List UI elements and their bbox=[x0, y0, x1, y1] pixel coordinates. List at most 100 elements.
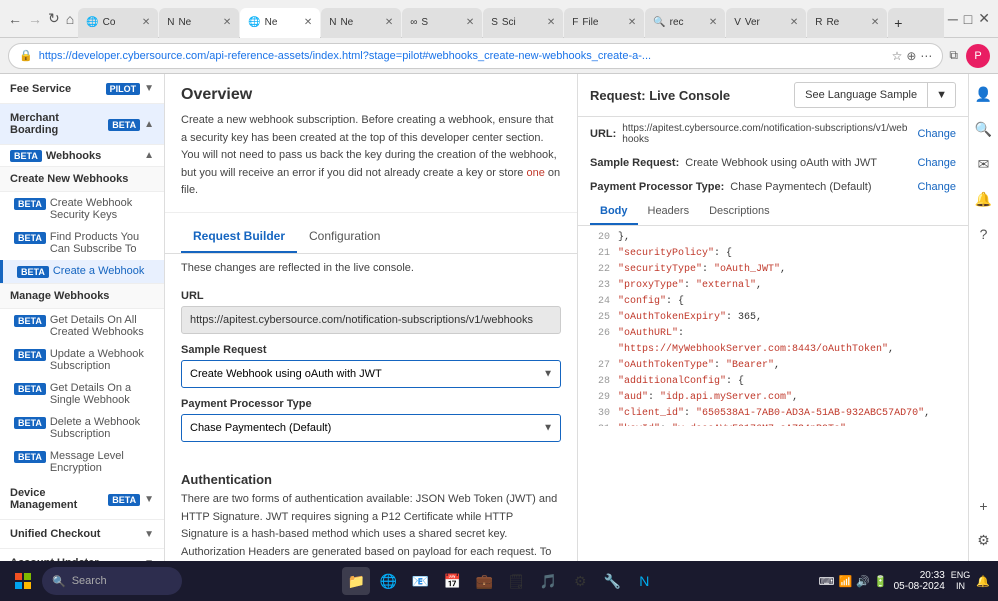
webhooks-section-header[interactable]: BETA Webhooks ▲ bbox=[0, 145, 164, 166]
tab-new[interactable]: + bbox=[888, 8, 944, 38]
auth-header: Authentication bbox=[165, 464, 577, 491]
tab-sci[interactable]: SSci✕ bbox=[483, 8, 563, 38]
tab-re[interactable]: RRe✕ bbox=[807, 8, 887, 38]
sidebar-item-create-webhook[interactable]: BETA Create a Webhook bbox=[0, 260, 164, 283]
update-webhook-badge: BETA bbox=[14, 349, 46, 361]
url-input[interactable] bbox=[181, 306, 561, 334]
sample-change-link[interactable]: Change bbox=[917, 157, 956, 169]
device-management-section[interactable]: Device Management BETA ▼ bbox=[0, 479, 164, 520]
sidebar-user-icon[interactable]: 👤 bbox=[971, 82, 996, 107]
sidebar-add-icon[interactable]: + bbox=[975, 494, 991, 518]
tab-rec1[interactable]: 🔍rec✕ bbox=[645, 8, 725, 38]
account-updater-section[interactable]: Account Updater ▼ bbox=[0, 549, 164, 561]
forward-icon[interactable]: → bbox=[28, 11, 42, 27]
tab-configuration[interactable]: Configuration bbox=[297, 221, 392, 253]
taskbar-app-10[interactable]: N bbox=[630, 567, 658, 595]
taskbar-app-5[interactable]: 💼 bbox=[470, 567, 498, 595]
url-change-link[interactable]: Change bbox=[917, 128, 956, 140]
sidebar-help-icon[interactable]: ? bbox=[976, 222, 992, 246]
bookmark-icon[interactable]: ☆ bbox=[892, 49, 903, 63]
taskbar-app-8[interactable]: ⚙ bbox=[566, 567, 594, 595]
code-line-21: 21 "securityPolicy": { bbox=[590, 246, 956, 262]
taskbar-app-1[interactable]: 📁 bbox=[342, 567, 370, 595]
tab-inf[interactable]: ∞S✕ bbox=[402, 8, 482, 38]
extensions-btn[interactable]: ⧉ bbox=[949, 48, 958, 63]
extension-icon[interactable]: ⊕ bbox=[906, 49, 916, 63]
reload-icon[interactable]: ↻ bbox=[48, 10, 60, 27]
line-num-30: 30 bbox=[590, 406, 610, 422]
taskbar-app-9[interactable]: 🔧 bbox=[598, 567, 626, 595]
taskbar-search-label: Search bbox=[72, 575, 107, 587]
processor-change-link[interactable]: Change bbox=[917, 181, 956, 193]
account-updater-label: Account Updater bbox=[10, 557, 99, 561]
close-browser-icon[interactable]: ✕ bbox=[978, 10, 990, 27]
sidebar-item-get-details-single[interactable]: BETA Get Details On a Single Webhook bbox=[0, 377, 164, 411]
fee-service-section[interactable]: Fee Service PILOT ▼ bbox=[0, 74, 164, 104]
tab-body[interactable]: Body bbox=[590, 199, 638, 225]
sidebar-search-icon[interactable]: 🔍 bbox=[971, 117, 996, 142]
keyboard-icon[interactable]: ⌨ bbox=[819, 575, 835, 588]
taskbar-search[interactable]: 🔍 Search bbox=[42, 567, 182, 595]
tab-ne-active[interactable]: 🌐Ne✕ bbox=[240, 8, 320, 38]
merchant-boarding-chevron: ▲ bbox=[144, 119, 154, 130]
line-num-28: 28 bbox=[590, 374, 610, 390]
tab-ne2[interactable]: NNe✕ bbox=[321, 8, 401, 38]
tab-bar: 🌐Co✕ NNe✕ 🌐Ne✕ NNe✕ ∞S✕ SSci✕ FFile✕ 🔍re… bbox=[78, 0, 944, 38]
webhooks-badge: BETA bbox=[10, 150, 42, 162]
sidebar-item-update-webhook[interactable]: BETA Update a Webhook Subscription bbox=[0, 343, 164, 377]
minimize-icon[interactable]: ─ bbox=[948, 11, 958, 27]
sidebar-item-get-details-all[interactable]: BETA Get Details On All Created Webhooks bbox=[0, 309, 164, 343]
tab-ne1[interactable]: NNe✕ bbox=[159, 8, 239, 38]
tab-headers[interactable]: Headers bbox=[638, 199, 700, 225]
taskbar-app-3[interactable]: 📧 bbox=[406, 567, 434, 595]
sidebar-item-message-level[interactable]: BETA Message Level Encryption bbox=[0, 445, 164, 479]
taskbar-app-7[interactable]: 🎵 bbox=[534, 567, 562, 595]
taskbar-app-6[interactable]: 🗒 bbox=[502, 567, 530, 595]
sidebar-settings-icon[interactable]: ⚙ bbox=[973, 528, 994, 553]
app-container: Fee Service PILOT ▼ Merchant Boarding BE… bbox=[0, 74, 998, 561]
taskbar-clock[interactable]: 20:33 05-08-2024 bbox=[894, 570, 945, 592]
sidebar-item-find-products[interactable]: BETA Find Products You Can Subscribe To bbox=[0, 226, 164, 260]
home-icon[interactable]: ⌂ bbox=[66, 11, 74, 27]
code-line-28: 28 "additionalConfig": { bbox=[590, 374, 956, 390]
battery-icon[interactable]: 🔋 bbox=[874, 575, 888, 588]
tab-file[interactable]: FFile✕ bbox=[564, 8, 644, 38]
menu-icon[interactable]: ⋯ bbox=[920, 49, 932, 63]
tab-request-builder[interactable]: Request Builder bbox=[181, 221, 297, 253]
payment-processor-select[interactable]: Chase Paymentech (Default) Other bbox=[181, 414, 561, 442]
address-bar[interactable]: 🔒 https://developer.cybersource.com/api-… bbox=[8, 43, 943, 69]
line-content-20: }, bbox=[618, 230, 630, 246]
code-line-31: 31 "keyId": "y-daaaAVyF0176M7-eAZ34pR9Ts… bbox=[590, 422, 956, 426]
taskbar-notifications-icon[interactable]: 🔔 bbox=[976, 575, 990, 588]
maximize-icon[interactable]: □ bbox=[964, 11, 972, 27]
taskbar-app-2[interactable]: 🌐 bbox=[374, 567, 402, 595]
url-text[interactable]: https://developer.cybersource.com/api-re… bbox=[39, 50, 886, 62]
merchant-boarding-section[interactable]: Merchant Boarding BETA ▲ bbox=[0, 104, 164, 145]
merchant-boarding-label: Merchant Boarding bbox=[10, 112, 108, 136]
tab-ver1[interactable]: VVer✕ bbox=[726, 8, 806, 38]
code-line-29: 29 "aud": "idp.api.myServer.com", bbox=[590, 390, 956, 406]
start-button[interactable] bbox=[8, 566, 38, 596]
tab-co[interactable]: 🌐Co✕ bbox=[78, 8, 158, 38]
volume-icon[interactable]: 🔊 bbox=[856, 575, 870, 588]
find-products-badge: BETA bbox=[14, 232, 46, 244]
see-language-sample-button[interactable]: See Language Sample ▼ bbox=[794, 82, 956, 108]
window-controls[interactable]: ← → ↻ ⌂ bbox=[8, 10, 74, 27]
sidebar-bell-icon[interactable]: 🔔 bbox=[971, 187, 996, 212]
line-num-24: 24 bbox=[590, 294, 610, 310]
back-icon[interactable]: ← bbox=[8, 11, 22, 27]
code-block[interactable]: 20 }, 21 "securityPolicy": { 22 "securit… bbox=[578, 226, 968, 426]
right-panel-url-row: URL: https://apitest.cybersource.com/not… bbox=[578, 117, 968, 151]
sidebar-item-delete-webhook[interactable]: BETA Delete a Webhook Subscription bbox=[0, 411, 164, 445]
taskbar-app-4[interactable]: 📅 bbox=[438, 567, 466, 595]
sidebar-item-security-keys[interactable]: BETA Create Webhook Security Keys bbox=[0, 192, 164, 226]
tab-descriptions[interactable]: Descriptions bbox=[699, 199, 780, 225]
network-icon[interactable]: 📶 bbox=[839, 575, 853, 588]
unified-checkout-section[interactable]: Unified Checkout ▼ bbox=[0, 520, 164, 549]
sample-request-select[interactable]: Create Webhook using oAuth with JWT Crea… bbox=[181, 360, 561, 388]
profile-avatar[interactable]: P bbox=[966, 44, 990, 68]
browser-menu-icons[interactable]: ─ □ ✕ bbox=[948, 10, 990, 27]
right-url-value: https://apitest.cybersource.com/notifica… bbox=[622, 123, 911, 145]
sidebar-mail-icon[interactable]: ✉ bbox=[974, 152, 994, 177]
taskbar-lang[interactable]: ENGIN bbox=[951, 570, 971, 592]
